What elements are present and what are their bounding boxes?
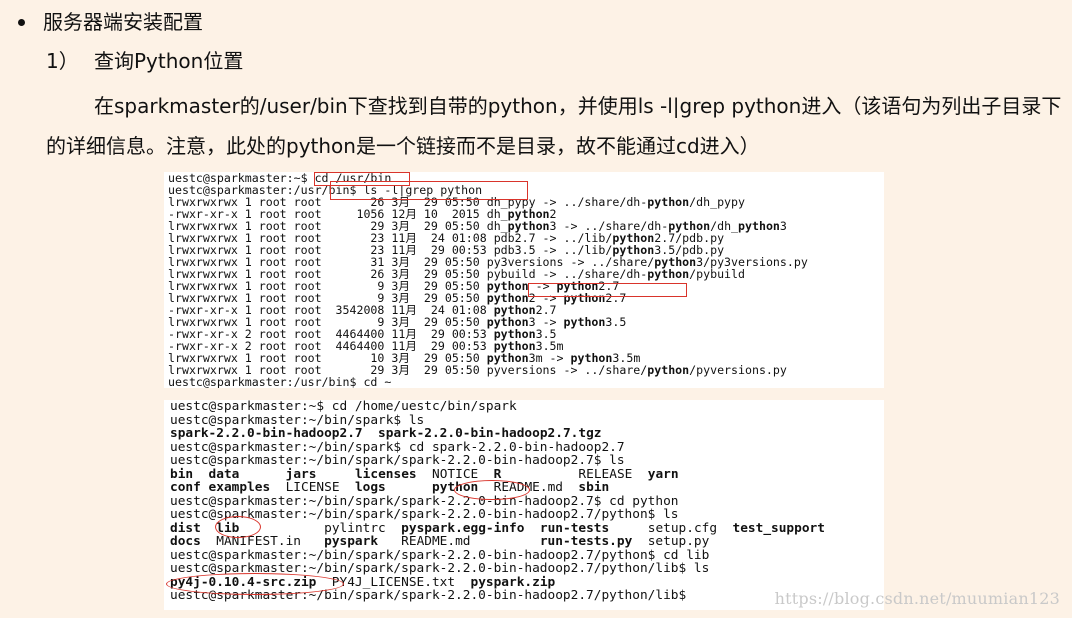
terminal-text: 2.7 (605, 291, 627, 305)
description-paragraph: 在sparkmaster的/user/bin下查找到自带的python，并使用l… (46, 94, 1062, 158)
section-heading: 服务器端安装配置 (14, 8, 203, 36)
terminal-text: python (647, 267, 690, 281)
terminal-line: uestc@sparkmaster:~$ cd /home/uestc/bin/… (170, 400, 884, 414)
terminal-line: uestc@sparkmaster:~/bin/spark$ ls (170, 413, 884, 428)
terminal-line: uestc@sparkmaster:~/bin/spark$ cd spark-… (170, 440, 884, 455)
terminal-screenshot-spark-dir: uestc@sparkmaster:~$ cd /home/uestc/bin/… (164, 400, 884, 610)
terminal-text: test_support (732, 520, 825, 536)
terminal-line: uestc@sparkmaster:~/bin/spark/spark-2.2.… (170, 494, 884, 509)
terminal-text: /dh_pypy (689, 195, 745, 209)
terminal-line: dist lib pylintrc pyspark.egg-info run-t… (170, 520, 884, 536)
terminal-line: uestc@sparkmaster:/usr/bin$ cd ~ (168, 376, 884, 388)
terminal-text: python (647, 195, 690, 209)
terminal-line: conf examples LICENSE logs python README… (170, 481, 884, 495)
terminal-text: /pyversions.py (689, 363, 787, 377)
terminal-line: py4j-0.10.4-src.zip PY4J_LICENSE.txt pys… (170, 575, 884, 590)
terminal-line: spark-2.2.0-bin-hadoop2.7 spark-2.2.0-bi… (170, 427, 884, 441)
terminal-text: uestc@sparkmaster:~/bin/spark/spark-2.2.… (170, 588, 687, 603)
terminal-text: python (563, 315, 606, 329)
terminal-line: docs MANIFEST.in pyspark README.md run-t… (170, 535, 884, 549)
terminal-text: python (563, 291, 606, 305)
terminal-line: uestc@sparkmaster:~/bin/spark/spark-2.2.… (170, 562, 884, 576)
terminal-line: uestc@sparkmaster:~/bin/spark/spark-2.2.… (170, 454, 884, 468)
step-title: 查询Python位置 (94, 49, 244, 73)
bullet-icon (18, 18, 25, 26)
terminal-line: uestc@sparkmaster:~/bin/spark/spark-2.2.… (170, 548, 884, 563)
terminal-text: python (647, 363, 690, 377)
terminal-screenshot-usr-bin: uestc@sparkmaster:~$ cd /usr/bin uestc@sp… (164, 172, 884, 388)
terminal-text: python (738, 219, 780, 233)
watermark-text: https://blog.csdn.net/muumian123 (774, 589, 1060, 608)
terminal-text: 3 (779, 219, 787, 233)
terminal-text: uestc@sparkmaster:/usr/bin$ cd ~ (168, 375, 392, 388)
terminal-line: uestc@sparkmaster:~/bin/spark/spark-2.2.… (170, 508, 884, 522)
step-heading: 1） 查询Python位置 (46, 47, 243, 75)
step-number: 1） (46, 49, 79, 73)
terminal-text: 3.5 (605, 315, 627, 329)
terminal-text: /pybuild (689, 267, 745, 281)
terminal-line: bin data jars licenses NOTICE R RELEASE … (170, 466, 884, 482)
terminal-text: yarn (647, 466, 679, 482)
section-heading-text: 服务器端安装配置 (43, 10, 203, 34)
